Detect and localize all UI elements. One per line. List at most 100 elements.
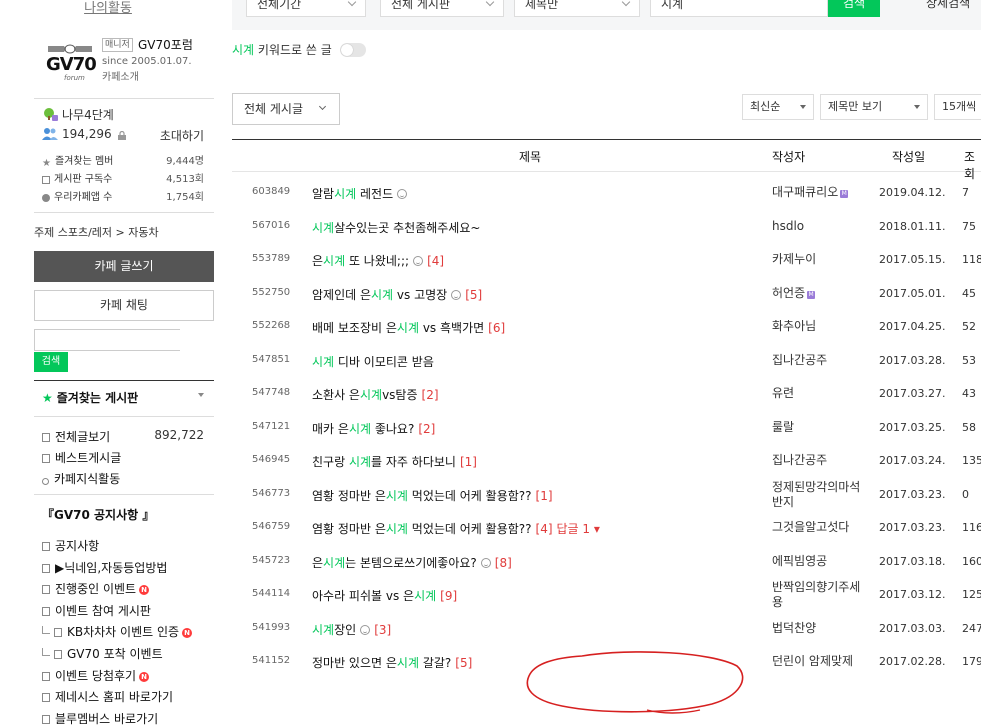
post-author[interactable]: 에픽빔영공: [772, 554, 882, 569]
post-author[interactable]: 던린이 암제맞제: [772, 654, 882, 669]
post-title-link[interactable]: 은시계 또 나왔네;;; [4]: [312, 252, 444, 269]
fav-title-label: 즐겨찾는 게시판: [56, 391, 139, 405]
sidebar-search-input[interactable]: [34, 329, 180, 351]
notice-menu-item[interactable]: 공지사항: [42, 537, 210, 554]
favorite-boards-header[interactable]: ★ 즐겨찾는 게시판: [42, 389, 210, 406]
post-author[interactable]: 화추아님: [772, 319, 882, 334]
post-title-link[interactable]: 정마반 있으면 은시계 갈갈? [5]: [312, 654, 472, 671]
post-title-link[interactable]: 아수라 피쉬볼 vs 은시계 [9]: [312, 587, 457, 604]
author-name: 에픽빔영공: [772, 553, 828, 568]
title-prefix: 배메 보조장비 은: [312, 321, 397, 335]
post-date: 2017.03.23.: [879, 487, 946, 501]
search-field-select[interactable]: 제목만: [514, 0, 640, 17]
comment-count[interactable]: [3]: [374, 623, 391, 637]
post-author[interactable]: 카제누이: [772, 252, 882, 267]
menu-all-posts[interactable]: 전체글보기 892,722: [42, 428, 210, 445]
post-views: 45: [962, 286, 976, 300]
post-title-link[interactable]: 매카 은시계 좋나요? [2]: [312, 420, 435, 437]
post-author[interactable]: 법덕찬양: [772, 621, 882, 636]
board-type-select[interactable]: 전체 게시글: [232, 93, 340, 125]
comment-count[interactable]: [4]: [427, 254, 444, 268]
post-author[interactable]: 룰랄: [772, 420, 882, 435]
my-activity-tab[interactable]: 나의활동: [0, 0, 216, 17]
title-keyword: 시계: [323, 555, 346, 570]
notice-menu-item[interactable]: 제네시스 홈피 바로가기: [42, 688, 210, 705]
comment-count[interactable]: [2]: [422, 388, 439, 402]
keyword-toggle[interactable]: [339, 43, 366, 57]
menu-knowledge[interactable]: 카페지식활동: [42, 470, 210, 487]
post-title-link[interactable]: 소환사 은시계vs탐증 [2]: [312, 386, 439, 403]
comment-count[interactable]: [5]: [465, 288, 482, 302]
post-author[interactable]: 그것을알고섯다: [772, 520, 882, 535]
sort-select[interactable]: 최신순: [742, 94, 814, 120]
post-author[interactable]: 반짝임의향기주세 용: [772, 580, 882, 610]
post-number: 553789: [252, 253, 291, 264]
post-author[interactable]: 허언증 M: [772, 286, 882, 301]
cafe-chat-button[interactable]: 카페 채팅: [34, 290, 214, 321]
menu-best-posts[interactable]: 베스트게시글: [42, 449, 210, 466]
menu-label: 제네시스 홈피 바로가기: [55, 690, 174, 705]
comment-count[interactable]: [4]: [536, 522, 553, 536]
post-author[interactable]: 정제된망각의마석 반지: [772, 480, 882, 510]
post-author[interactable]: hsdlo: [772, 219, 882, 234]
title-suffix: 는 본템으로쓰기에좋아요?: [345, 555, 477, 570]
post-author[interactable]: 유련: [772, 386, 882, 401]
sidebar-search-button[interactable]: 검색: [34, 352, 68, 372]
post-author[interactable]: 대구패큐리오 M: [772, 185, 882, 200]
post-date: 2017.03.27.: [879, 387, 946, 400]
advanced-search-link[interactable]: 상세검색: [926, 0, 970, 15]
view-mode-select[interactable]: 제목만 보기: [820, 94, 928, 120]
cafe-write-button[interactable]: 카페 글쓰기: [34, 251, 214, 282]
board-icon: [42, 563, 50, 573]
notice-menu-item[interactable]: GV70 포착 이벤트: [42, 645, 210, 662]
post-title-link[interactable]: 시계살수있는곳 추천좀해주세요~: [312, 219, 480, 236]
notice-menu-item[interactable]: 블루멤버스 바로가기: [42, 710, 210, 725]
comment-count[interactable]: [6]: [488, 321, 505, 335]
notice-menu-item[interactable]: ▶닉네임,자동등업방법: [42, 559, 210, 576]
post-title-link[interactable]: 배메 보조장비 은시계 vs 흑백가면 [6]: [312, 319, 505, 336]
emoticon-icon: [480, 557, 491, 568]
title-suffix: 를 자주 하다보니: [371, 455, 456, 469]
post-title-link[interactable]: 시계 디바 이모티콘 받음: [312, 353, 434, 370]
board-filter-select[interactable]: 전체 게시판: [380, 0, 504, 17]
table-row: 546773 염황 정마반 은시계 먹었는데 어케 활용함?? [1] 정제된망각의마…: [232, 478, 981, 511]
post-title-link[interactable]: 알람시계 레전드: [312, 185, 408, 202]
cafe-category[interactable]: 주제 스포츠/레저 > 자동차: [34, 224, 159, 240]
post-title-link[interactable]: 시계장인 [3]: [312, 621, 391, 638]
title-suffix: vs 고명장: [393, 287, 448, 302]
cafe-logo[interactable]: GV70 forum: [44, 40, 97, 82]
comment-count[interactable]: [9]: [440, 589, 457, 603]
table-row: 545723 은시계는 본템으로쓰기에좋아요? [8] 에픽빔영공 2017.03.18…: [232, 545, 981, 578]
reply-count[interactable]: 답글 1 ▾: [557, 522, 600, 536]
menu-label: 베스트게시글: [55, 451, 122, 465]
post-title-link[interactable]: 친구랑 시계를 자주 하다보니 [1]: [312, 453, 477, 470]
menu-label: 블루멤버스 바로가기: [55, 711, 159, 725]
post-author[interactable]: 집나간공주: [772, 353, 882, 368]
comment-count[interactable]: [1]: [536, 489, 553, 503]
search-button[interactable]: 검색: [828, 0, 880, 17]
table-row: 553789 은시계 또 나왔네;;; [4] 카제누이 2017.05.15. 118: [232, 243, 981, 276]
post-title-link[interactable]: 염황 정마반 은시계 먹었는데 어케 활용함?? [4] 답글 1 ▾: [312, 520, 600, 537]
period-select[interactable]: 전체기간: [246, 0, 366, 17]
comment-count[interactable]: [1]: [460, 455, 477, 469]
stat-value: 4,513회: [166, 174, 204, 185]
comment-count[interactable]: [8]: [495, 556, 512, 570]
menu-label: 진행중인 이벤트: [55, 582, 137, 597]
notice-menu-item[interactable]: 이벤트 참여 게시판: [42, 602, 210, 619]
post-author[interactable]: 집나간공주: [772, 453, 882, 468]
cafe-name[interactable]: GV70포럼: [138, 36, 193, 53]
notice-menu-item[interactable]: 진행중인 이벤트 N: [42, 580, 210, 597]
member-count[interactable]: 194,296: [62, 127, 112, 141]
comment-count[interactable]: [2]: [418, 422, 435, 436]
per-page-select[interactable]: 15개씩: [934, 94, 981, 120]
post-title-link[interactable]: 암제인데 은시계 vs 고명장 [5]: [312, 286, 482, 303]
header-title: 제목: [519, 150, 542, 164]
notice-menu-item[interactable]: KB차차차 이벤트 인증 N: [42, 623, 210, 640]
post-title-link[interactable]: 염황 정마반 은시계 먹었는데 어케 활용함?? [1]: [312, 487, 553, 504]
notice-menu-item[interactable]: 이벤트 당첨후기 N: [42, 667, 210, 684]
cafe-intro-link[interactable]: 카페소개: [102, 68, 139, 83]
post-title-link[interactable]: 은시계는 본템으로쓰기에좋아요? [8]: [312, 554, 512, 571]
invite-button[interactable]: 초대하기: [160, 127, 204, 144]
search-query-input[interactable]: 시계: [650, 0, 828, 17]
comment-count[interactable]: [5]: [455, 656, 472, 670]
